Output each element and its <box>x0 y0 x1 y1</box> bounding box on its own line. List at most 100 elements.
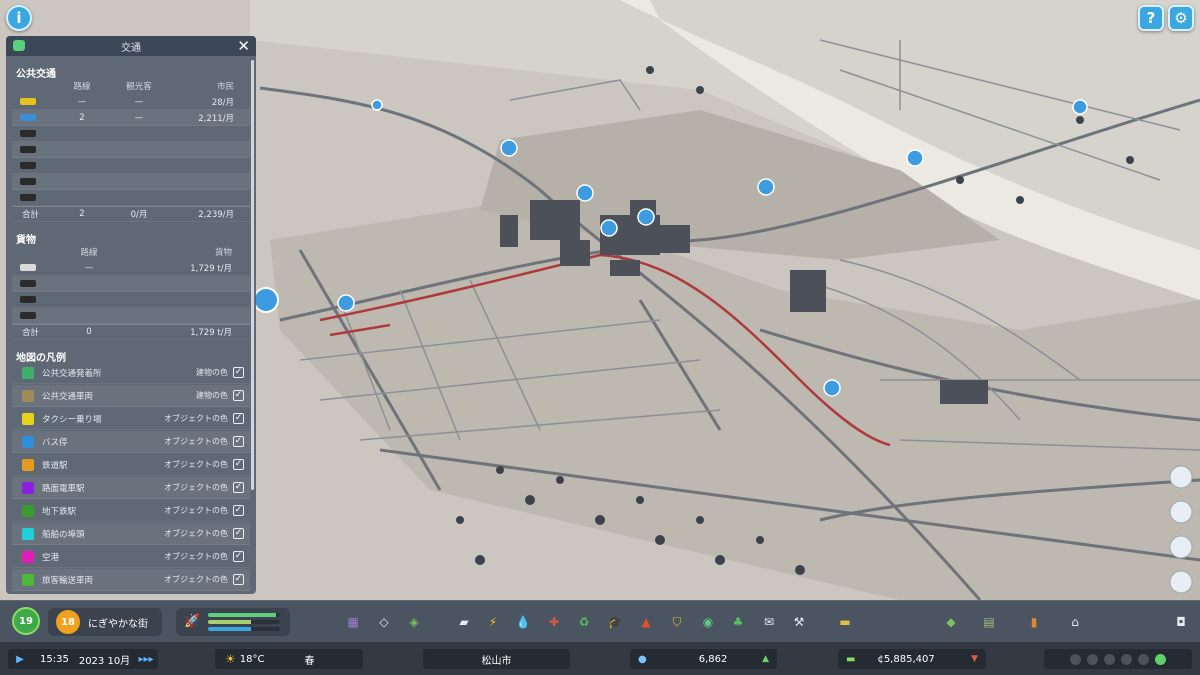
legend-color-swatch <box>22 366 34 379</box>
legend-checkbox[interactable]: ✓ <box>233 505 244 516</box>
communications-icon[interactable]: ✉ <box>760 613 778 631</box>
rocket-icon: 🚀 <box>184 614 201 629</box>
game-speed-button[interactable]: ▸▸▸ <box>134 649 158 669</box>
subway-icon <box>20 162 36 169</box>
table-header: 路線 貨物 <box>80 248 232 258</box>
zoning-icon[interactable]: ▦ <box>344 613 362 631</box>
areas-icon[interactable]: ◈ <box>405 613 423 631</box>
gear-icon[interactable]: ⚙ <box>1168 5 1194 31</box>
statistics-icon[interactable]: ▮ <box>1025 613 1043 631</box>
parks-icon[interactable]: ♣ <box>729 613 747 631</box>
table-row <box>12 126 250 142</box>
cargo-train-icon <box>20 280 36 287</box>
legend-checkbox[interactable]: ✓ <box>233 390 244 401</box>
status-bar: ▶ 15:35 2023 10月 ▸▸▸ ☀ 18°C 春 松山市 ● 6,86… <box>0 642 1200 675</box>
weather-box[interactable]: ☀ 18°C 春 <box>215 649 363 669</box>
legend-item[interactable]: バス停 オブジェクトの色 ✓ <box>12 431 250 453</box>
status-dot-icon <box>1087 653 1098 665</box>
legend-item[interactable]: 旅客輸送車両 オブジェクトの色 ✓ <box>12 569 250 591</box>
cargo-section-title: 貨物 <box>16 235 36 246</box>
legend-checkbox[interactable]: ✓ <box>233 367 244 378</box>
table-row <box>12 174 250 190</box>
status-dot-icon <box>1121 653 1132 665</box>
legend-checkbox[interactable]: ✓ <box>233 528 244 539</box>
temperature: 18°C <box>239 653 265 665</box>
xp-level-badge[interactable]: 19 <box>12 607 40 635</box>
districts-icon[interactable]: ◇ <box>375 613 393 631</box>
money: ¢5,885,407 <box>877 653 935 665</box>
signature-icon[interactable]: ◆ <box>942 613 960 631</box>
legend-checkbox[interactable]: ✓ <box>233 459 244 470</box>
taxi-icon <box>20 98 36 105</box>
industry-icon[interactable]: ▬ <box>836 613 854 631</box>
person-icon: ● <box>638 653 647 665</box>
legend-item[interactable]: タクシー乗り場 オブジェクトの色 ✓ <box>12 408 250 430</box>
table-row: 2—2,211/月 <box>12 110 250 126</box>
camera-icon[interactable]: ◘ <box>1172 613 1190 631</box>
legend-item[interactable]: 空港 オブジェクトの色 ✓ <box>12 546 250 568</box>
legend-checkbox[interactable]: ✓ <box>233 413 244 424</box>
status-dot-icon <box>1070 653 1081 665</box>
public-transport-total-row: 合計 2 0/月 2,239/月 <box>12 206 250 222</box>
table-header: 路線 観光客 市民 <box>73 82 234 92</box>
money-box[interactable]: ▬ ¢5,885,407 ▼ <box>838 649 986 669</box>
electricity-icon[interactable]: ⚡ <box>484 613 502 631</box>
airplane-icon <box>20 194 36 201</box>
transport-icon[interactable]: ◉ <box>699 613 717 631</box>
help-icon[interactable]: ? <box>1138 5 1164 31</box>
cargo-truck-icon <box>20 264 36 271</box>
time-control: ▶ 15:35 2023 10月 ▸▸▸ <box>8 649 158 669</box>
trend-up-icon: ▲ <box>762 654 769 664</box>
public-transport-table: 路線 観光客 市民 — —28/月 2—2,211/月 合計 2 0/月 2,239… <box>12 78 250 222</box>
policy-icon[interactable]: ▤ <box>980 613 998 631</box>
education-icon[interactable]: 🎓 <box>606 613 624 631</box>
table-row <box>12 292 250 308</box>
season: 春 <box>304 655 315 667</box>
legend-item[interactable]: 地下鉄駅 オブジェクトの色 ✓ <box>12 500 250 522</box>
bus-icon <box>20 114 36 121</box>
city-name-box[interactable]: 松山市 <box>423 649 570 669</box>
legend-color-swatch <box>22 481 34 494</box>
panel-scrollbar[interactable] <box>251 60 254 490</box>
train-icon <box>20 130 36 137</box>
population: 6,862 <box>698 653 728 665</box>
garbage-icon[interactable]: ♻ <box>575 613 593 631</box>
table-row <box>12 190 250 206</box>
legend-color-swatch <box>22 389 34 402</box>
legend-checkbox[interactable]: ✓ <box>233 551 244 562</box>
legend-item[interactable]: 公共交通発着所 建物の色 ✓ <box>12 362 250 384</box>
disasters-icon[interactable]: ⌂ <box>1066 613 1084 631</box>
police-icon[interactable]: ⛉ <box>668 613 686 631</box>
landscaping-icon[interactable]: ⚒ <box>790 613 808 631</box>
legend-color-swatch <box>22 527 34 540</box>
legend-checkbox[interactable]: ✓ <box>233 574 244 585</box>
fire-icon[interactable]: ▲ <box>637 613 655 631</box>
table-row <box>12 308 250 324</box>
map-legend-section-title: 地図の凡例 <box>16 353 66 364</box>
info-icon[interactable]: i <box>6 5 32 31</box>
population-box[interactable]: ● 6,862 ▲ <box>630 649 777 669</box>
game-time: 15:35 <box>40 653 69 665</box>
cargo-plane-icon <box>20 312 36 319</box>
city-progress-box[interactable]: 🚀 <box>176 608 290 636</box>
map-legend-list: 公共交通発着所 建物の色 ✓ 公共交通車両 建物の色 ✓ タクシー乗り場 オブジェクトの色 ✓ バ… <box>6 362 256 591</box>
legend-checkbox[interactable]: ✓ <box>233 482 244 493</box>
water-icon[interactable]: 💧 <box>514 613 532 631</box>
roads-icon[interactable]: ▰ <box>455 613 473 631</box>
legend-item[interactable]: 船舶の埠頭 オブジェクトの色 ✓ <box>12 523 250 545</box>
happiness-box[interactable] <box>1044 649 1192 669</box>
milestone-box[interactable]: 18 にぎやかな街 <box>48 608 162 636</box>
play-pause-button[interactable]: ▶ <box>8 649 32 669</box>
legend-item[interactable]: 路面電車駅 オブジェクトの色 ✓ <box>12 477 250 499</box>
legend-item[interactable]: 公共交通車両 建物の色 ✓ <box>12 385 250 407</box>
legend-checkbox[interactable]: ✓ <box>233 436 244 447</box>
game-date: 2023 10月 <box>78 655 131 667</box>
close-icon[interactable]: ✕ <box>237 37 250 55</box>
cargo-table: 路線 貨物 —1,729 t/月 合計 0 1,729 t/月 <box>12 244 250 340</box>
happiness-icon <box>1155 653 1166 665</box>
health-icon[interactable]: ✚ <box>545 613 563 631</box>
panel-header: 交通 ✕ <box>6 36 256 56</box>
legend-item[interactable]: 鉄道駅 オブジェクトの色 ✓ <box>12 454 250 476</box>
cargo-ship-icon <box>20 296 36 303</box>
table-row: —1,729 t/月 <box>12 260 250 276</box>
